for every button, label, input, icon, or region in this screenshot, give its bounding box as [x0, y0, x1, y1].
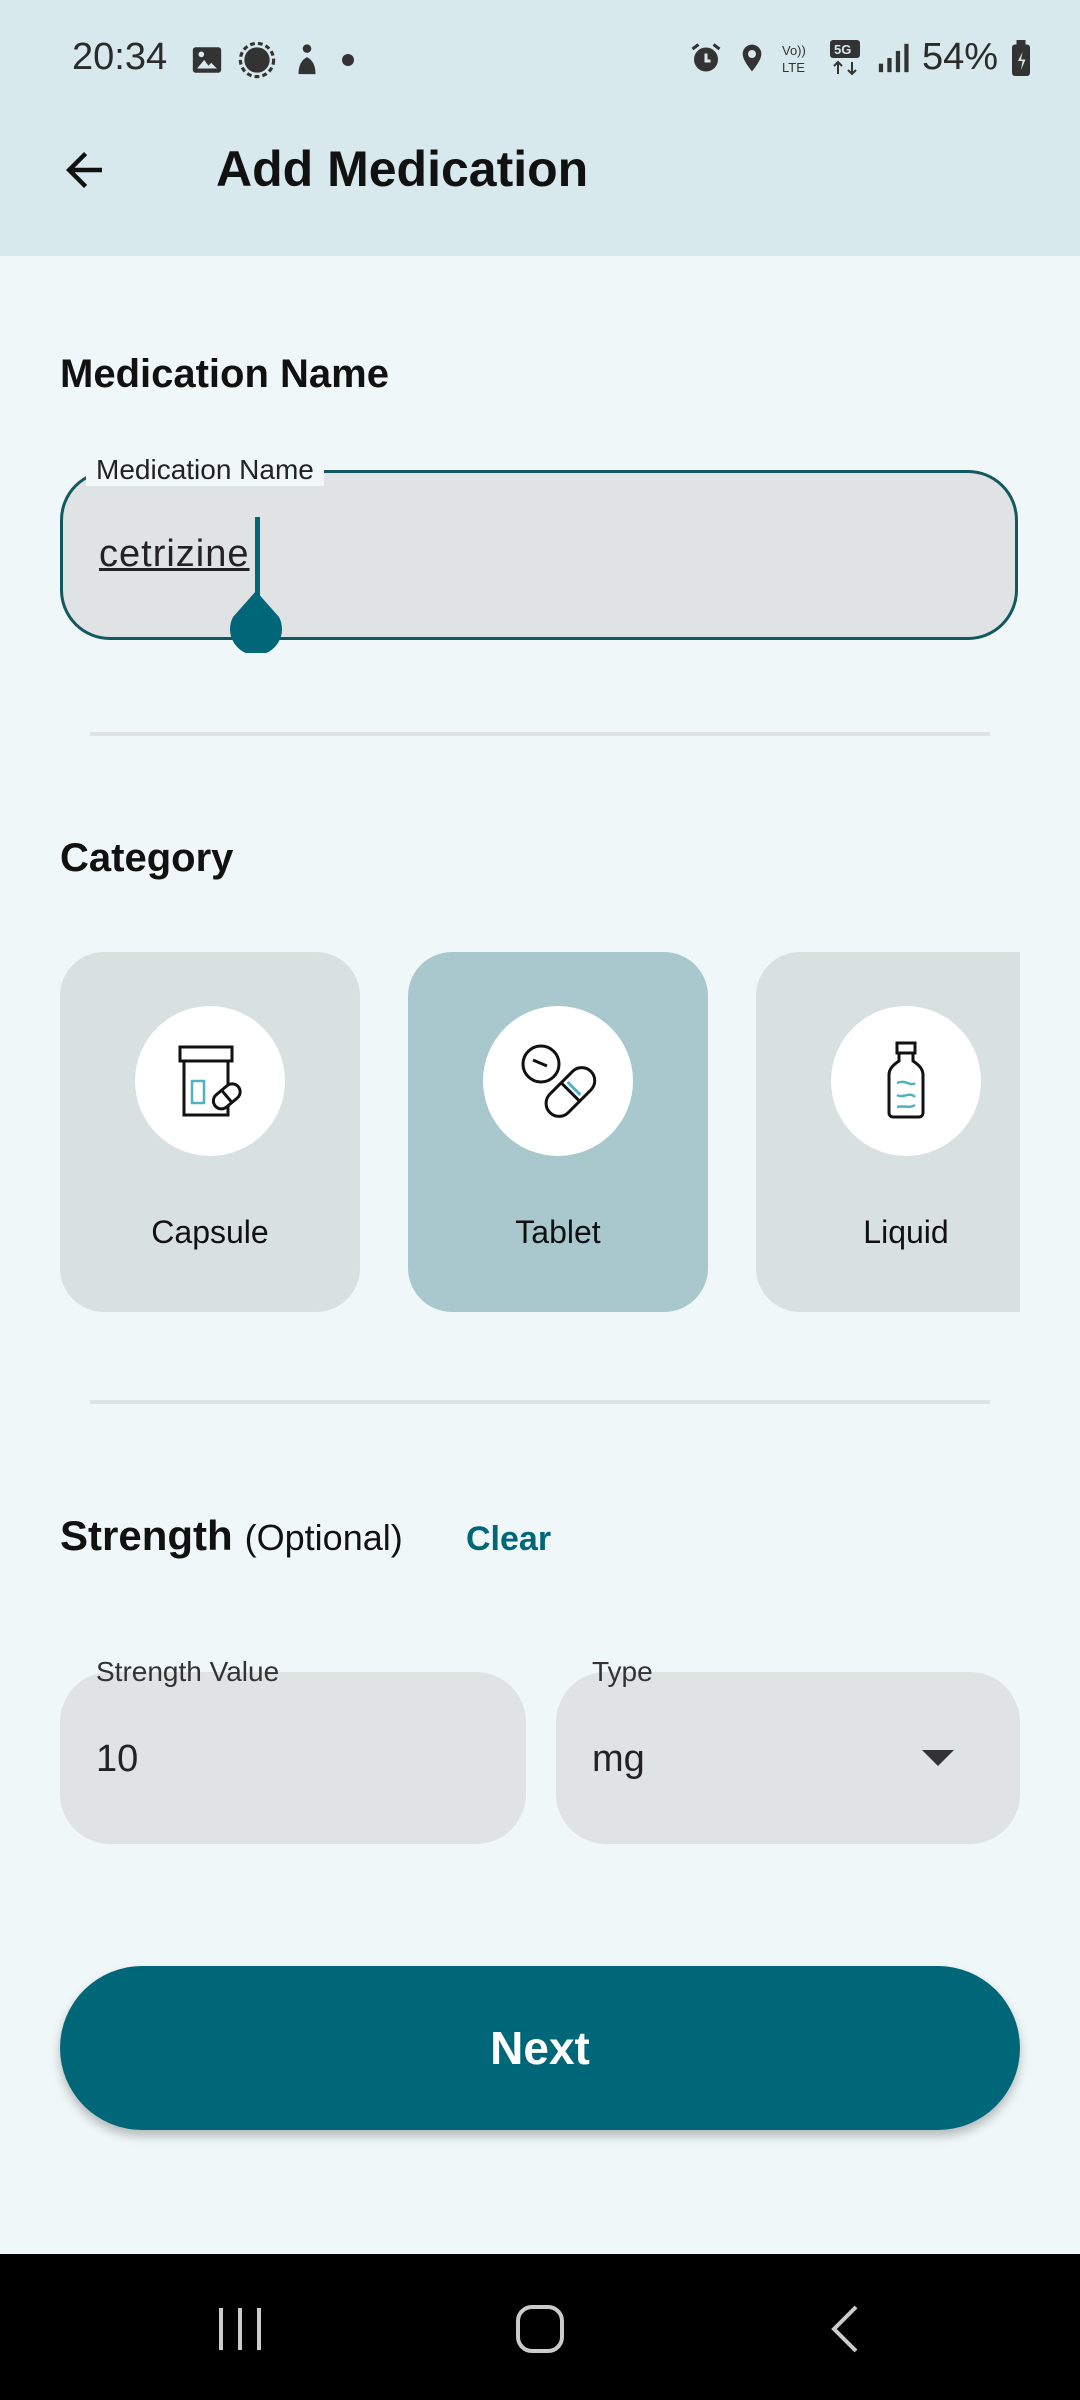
category-card-tablet[interactable]: Tablet [408, 952, 708, 1312]
gallery-icon [192, 47, 222, 73]
recent-apps-icon [219, 2308, 261, 2350]
dot-icon [342, 54, 354, 66]
volte-icon: Vo)) LTE [782, 43, 806, 75]
strength-value: 10 [96, 1738, 139, 1780]
divider [90, 732, 990, 736]
accessibility-icon [298, 44, 316, 75]
category-label: Liquid [863, 1214, 949, 1250]
medication-name-heading: Medication Name [60, 352, 389, 396]
chevron-down-icon [922, 1750, 954, 1766]
pill-bottle-icon [178, 1045, 242, 1117]
back-button[interactable] [44, 130, 124, 210]
home-button[interactable] [500, 2294, 580, 2364]
category-icon-circle [831, 1006, 981, 1156]
system-nav-bar [0, 2254, 1080, 2400]
category-icon-circle [483, 1006, 633, 1156]
category-icon-circle [135, 1006, 285, 1156]
strength-optional: (Optional) [244, 1517, 403, 1558]
clear-button[interactable]: Clear [466, 1520, 551, 1559]
strength-title: Strength [60, 1512, 233, 1559]
medication-name-value: cetrizine [99, 533, 250, 575]
category-card-capsule[interactable]: Capsule [60, 952, 360, 1312]
home-icon [516, 2305, 564, 2353]
status-right-icons: Vo)) LTE 5G 54% [688, 36, 1032, 79]
svg-text:5G: 5G [834, 42, 851, 57]
app-bar: 20:34 Vo)) LTE 5G 54% Add Medication [0, 0, 1080, 256]
type-label: Type [592, 1656, 653, 1687]
category-card-liquid[interactable]: Liquid [756, 952, 1020, 1312]
liquid-bottle-icon [887, 1041, 925, 1119]
svg-text:LTE: LTE [782, 60, 805, 75]
medication-name-input[interactable]: cetrizine [60, 470, 1018, 653]
arrow-left-icon [66, 152, 102, 188]
svg-text:Vo)): Vo)) [782, 43, 806, 58]
5g-icon: 5G [829, 39, 860, 75]
status-bar: 20:34 Vo)) LTE 5G 54% [0, 0, 1080, 122]
category-label: Capsule [151, 1214, 269, 1250]
status-left-icons [190, 40, 358, 80]
cursor-handle[interactable] [225, 591, 287, 653]
signal-icon [878, 43, 909, 72]
category-heading: Category [60, 836, 234, 880]
text-cursor [255, 517, 260, 597]
strength-value-label: Strength Value [96, 1656, 280, 1687]
type-dropdown[interactable]: mg [556, 1672, 1020, 1844]
strength-heading: Strength (Optional) [60, 1512, 403, 1572]
divider [90, 1400, 990, 1404]
status-time: 20:34 [72, 36, 168, 78]
tablet-capsule-icon [521, 1044, 597, 1118]
system-back-button[interactable] [806, 2294, 886, 2364]
brightness-icon [238, 41, 276, 79]
location-icon [742, 44, 762, 71]
medication-name-label: Medication Name [86, 454, 324, 486]
battery-icon [1012, 39, 1030, 76]
category-label: Tablet [515, 1214, 601, 1250]
category-card-liquid-clip: Liquid [756, 952, 1020, 1312]
type-value: mg [592, 1738, 645, 1780]
battery-percent: 54% [921, 36, 998, 78]
next-button[interactable]: Next [60, 1966, 1020, 2130]
page-title: Add Medication [216, 141, 589, 197]
alarm-icon [691, 42, 721, 71]
strength-value-input[interactable]: 10 [60, 1672, 526, 1844]
recent-apps-button[interactable] [200, 2294, 280, 2364]
chevron-left-icon [831, 2305, 858, 2353]
